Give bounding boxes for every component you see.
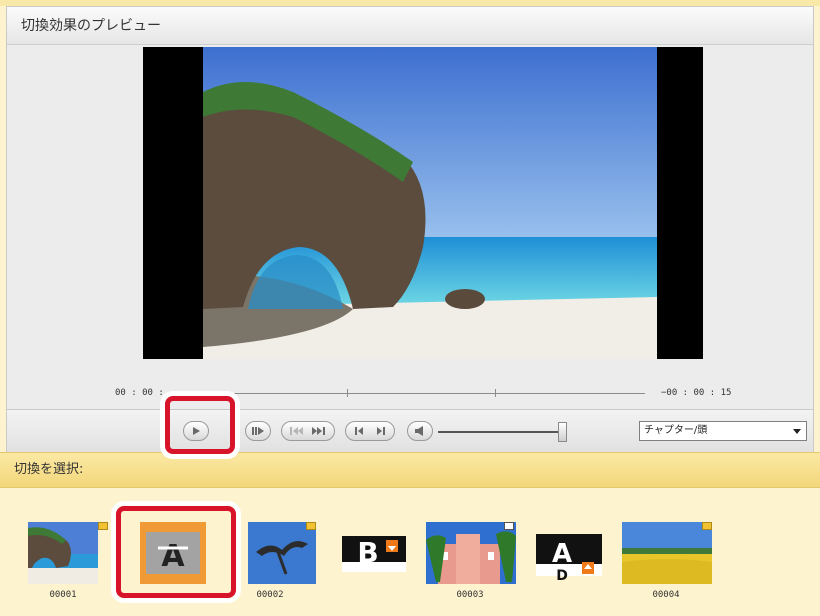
time-start: 00 : 00 : <box>115 388 164 398</box>
first-last-icon <box>355 427 385 435</box>
transition-thumbnail[interactable]: B <box>342 522 406 584</box>
time-end: −00 : 00 : 15 <box>661 388 732 398</box>
volume-icon <box>415 426 423 436</box>
clip-label: 00004 <box>652 590 680 600</box>
svg-text:D: D <box>556 568 568 584</box>
timeline[interactable]: 00 : 00 : −00 : 00 : 15 <box>7 379 813 409</box>
transition-thumbnail[interactable]: A D <box>536 522 602 584</box>
chapter-select-value: チャプター/頭 <box>644 425 708 436</box>
clip-marker-icon <box>306 522 316 530</box>
timeline-tick <box>347 389 348 397</box>
clip-label: 00003 <box>456 590 484 600</box>
clip-label: 00001 <box>49 590 77 600</box>
clip-marker-icon <box>504 522 514 530</box>
preview-image <box>203 47 657 359</box>
volume-slider-handle[interactable] <box>558 422 567 442</box>
video-preview <box>143 47 703 359</box>
timeline-track[interactable] <box>205 393 645 394</box>
timeline-tick <box>495 389 496 397</box>
clip-thumbnail[interactable] <box>622 522 712 584</box>
transition-highlight <box>116 506 236 598</box>
preview-panel: 切換効果のプレビュー 00: 00: −00: 00: 15 チャプター… <box>6 6 814 452</box>
clip-marker-icon <box>98 522 108 530</box>
step-play-icon <box>252 427 264 435</box>
volume-slider-track[interactable] <box>438 431 560 433</box>
preview-panel-title: 切換効果のプレビュー <box>7 7 813 45</box>
volume-button[interactable] <box>407 421 433 441</box>
play-button-highlight <box>165 396 235 454</box>
playback-controls: チャプター/頭 <box>7 409 813 452</box>
chapter-select[interactable]: チャプター/頭 <box>639 421 807 441</box>
clip-marker-icon <box>702 522 712 530</box>
skip-prev-next-button[interactable] <box>281 421 335 441</box>
clip-label: 00002 <box>256 590 284 600</box>
clip-thumbnail[interactable] <box>28 522 98 584</box>
chevron-down-icon <box>793 429 801 434</box>
first-last-button[interactable] <box>345 421 395 441</box>
clip-thumbnail[interactable] <box>248 522 316 584</box>
clip-thumbnail[interactable] <box>426 522 516 584</box>
transition-section-title: 切換を選択: <box>0 452 820 488</box>
step-play-button[interactable] <box>245 421 271 441</box>
svg-text:B: B <box>357 536 378 569</box>
svg-text:A: A <box>552 539 572 569</box>
prev-next-skip-icon <box>290 427 325 435</box>
